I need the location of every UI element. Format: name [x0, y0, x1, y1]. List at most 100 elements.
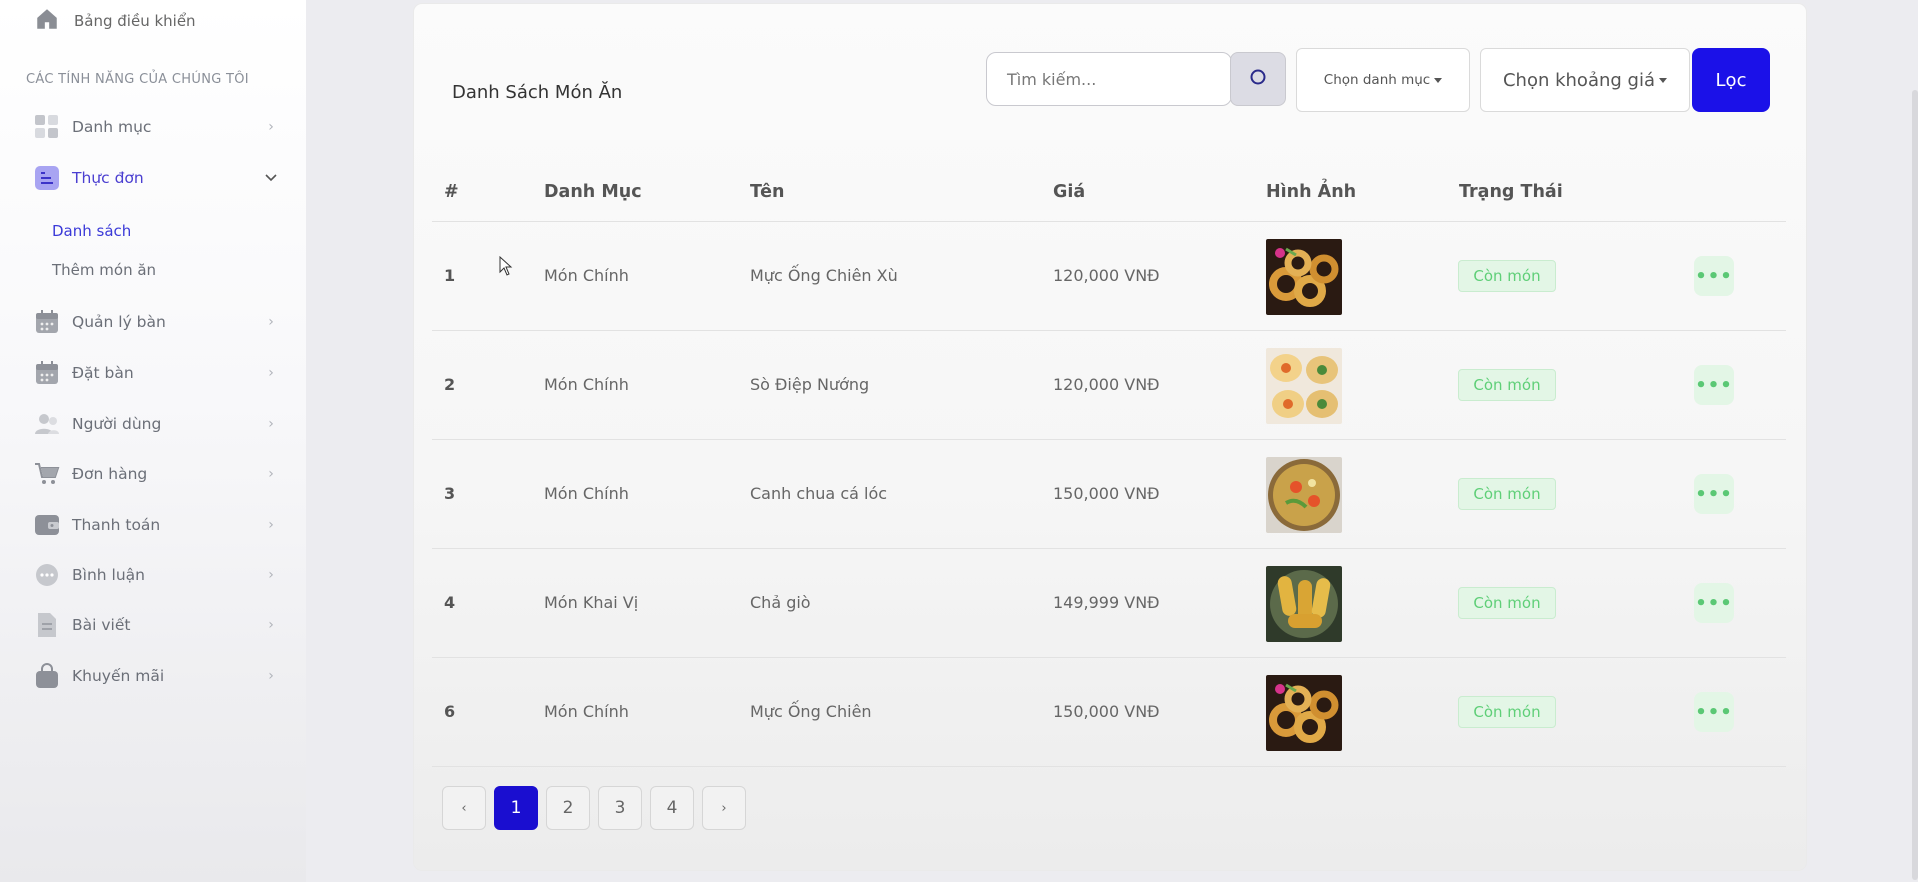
- sidebar-item-dat-ban[interactable]: Đặt bàn ›: [34, 357, 278, 389]
- more-actions-button[interactable]: •••: [1694, 256, 1734, 296]
- row-name: Mực Ống Chiên Xù: [750, 266, 898, 285]
- sidebar-item-label: Đặt bàn: [72, 364, 134, 382]
- search-input[interactable]: Tìm kiếm...: [986, 52, 1232, 106]
- grid-icon: [34, 114, 60, 140]
- chevron-right-icon: ›: [268, 365, 274, 381]
- menu-list-icon: [34, 165, 60, 191]
- table-header: # Danh Mục Tên Giá Hình Ảnh Trạng Thái: [432, 152, 1786, 222]
- row-index: 6: [444, 702, 456, 721]
- chevron-right-icon: ›: [268, 617, 274, 633]
- table-row: 1 Món Chính Mực Ống Chiên Xù 120,000 VNĐ…: [432, 222, 1786, 331]
- row-index: 2: [444, 375, 456, 394]
- more-actions-button[interactable]: •••: [1694, 474, 1734, 514]
- page-3-button[interactable]: 3: [598, 786, 642, 830]
- category-dropdown[interactable]: Chọn danh mục: [1296, 48, 1470, 112]
- grilled-scallops-image: [1266, 348, 1342, 424]
- sidebar-item-bai-viet[interactable]: Bài viết ›: [34, 609, 278, 641]
- sidebar-item-khuyen-mai[interactable]: Khuyến mãi ›: [34, 660, 278, 692]
- price-dropdown-label: Chọn khoảng giá: [1502, 69, 1655, 91]
- row-category: Món Chính: [544, 375, 629, 394]
- search-button[interactable]: [1230, 52, 1286, 106]
- page-1-button[interactable]: 1: [494, 786, 538, 830]
- more-actions-button[interactable]: •••: [1694, 692, 1734, 732]
- row-category: Món Chính: [544, 266, 629, 285]
- document-icon: [34, 612, 60, 638]
- row-name: Chả giò: [750, 593, 811, 612]
- row-name: Canh chua cá lóc: [750, 484, 888, 503]
- sidebar-item-binh-luan[interactable]: Bình luận ›: [34, 559, 278, 591]
- fried-squid-image: [1266, 675, 1342, 751]
- row-category: Món Khai Vị: [544, 593, 639, 612]
- sidebar-item-don-hang[interactable]: Đơn hàng ›: [34, 458, 278, 490]
- sidebar-item-label: Bình luận: [72, 566, 145, 584]
- filter-button[interactable]: Lọc: [1692, 48, 1770, 112]
- sub-item-them-mon-an[interactable]: Thêm món ăn: [52, 261, 156, 279]
- sidebar: Bảng điều khiển CÁC TÍNH NĂNG CỦA CHÚNG …: [0, 0, 306, 882]
- bag-icon: [34, 663, 60, 689]
- header-name: Tên: [750, 182, 785, 202]
- sub-item-danh-sach[interactable]: Danh sách: [52, 222, 131, 240]
- status-badge: Còn món: [1458, 478, 1556, 510]
- table-row: 4 Món Khai Vị Chả giò 149,999 VNĐ Còn mó…: [432, 549, 1786, 658]
- status-badge: Còn món: [1458, 260, 1556, 292]
- sidebar-item-label: Người dùng: [72, 415, 162, 433]
- sidebar-item-label: Đơn hàng: [72, 465, 148, 483]
- fried-squid-image: [1266, 239, 1342, 315]
- dashboard-link[interactable]: Bảng điều khiển: [34, 6, 196, 36]
- chevron-right-icon: ›: [268, 668, 274, 684]
- menu-table: # Danh Mục Tên Giá Hình Ảnh Trạng Thái 1…: [432, 152, 1786, 767]
- row-name: Sò Điệp Nướng: [750, 375, 870, 394]
- calendar-icon: [34, 360, 60, 386]
- table-row: 6 Món Chính Mực Ống Chiên 150,000 VNĐ Cò…: [432, 658, 1786, 767]
- chevron-right-icon: ›: [268, 466, 274, 482]
- row-index: 3: [444, 484, 456, 503]
- next-page-button[interactable]: ›: [702, 786, 746, 830]
- chevron-right-icon: ›: [268, 567, 274, 583]
- sour-soup-image: [1266, 457, 1342, 533]
- search-icon: [1249, 68, 1267, 90]
- row-price: 150,000 VNĐ: [1053, 484, 1160, 503]
- sidebar-item-thanh-toan[interactable]: Thanh toán ›: [34, 509, 278, 541]
- price-range-dropdown[interactable]: Chọn khoảng giá: [1480, 48, 1690, 112]
- row-category: Món Chính: [544, 484, 629, 503]
- page-4-button[interactable]: 4: [650, 786, 694, 830]
- sidebar-item-label: Thực đơn: [72, 169, 144, 187]
- users-icon: [34, 411, 60, 437]
- prev-page-button[interactable]: ‹: [442, 786, 486, 830]
- status-badge: Còn món: [1458, 587, 1556, 619]
- header-status: Trạng Thái: [1459, 182, 1563, 202]
- sidebar-item-danh-muc[interactable]: Danh mục ›: [34, 111, 278, 143]
- scrollbar[interactable]: [1912, 90, 1918, 880]
- spring-rolls-image: [1266, 566, 1342, 642]
- status-badge: Còn món: [1458, 369, 1556, 401]
- caret-down-icon: [1659, 77, 1667, 83]
- row-price: 150,000 VNĐ: [1053, 702, 1160, 721]
- row-price: 120,000 VNĐ: [1053, 266, 1160, 285]
- pagination: ‹ 1 2 3 4 ›: [442, 786, 746, 830]
- sidebar-item-label: Bài viết: [72, 616, 131, 634]
- more-actions-button[interactable]: •••: [1694, 365, 1734, 405]
- row-index: 1: [444, 266, 456, 285]
- table-row: 2 Món Chính Sò Điệp Nướng 120,000 VNĐ Cò…: [432, 331, 1786, 440]
- wallet-icon: [34, 512, 60, 538]
- sidebar-item-label: Khuyến mãi: [72, 667, 165, 685]
- more-actions-button[interactable]: •••: [1694, 583, 1734, 623]
- chevron-right-icon: ›: [268, 517, 274, 533]
- row-category: Món Chính: [544, 702, 629, 721]
- header-category: Danh Mục: [544, 182, 642, 202]
- header-price: Giá: [1053, 182, 1086, 202]
- header-image: Hình Ảnh: [1266, 182, 1357, 202]
- sidebar-item-quan-ly-ban[interactable]: Quản lý bàn ›: [34, 306, 278, 338]
- chevron-right-icon: ›: [268, 416, 274, 432]
- sidebar-item-nguoi-dung[interactable]: Người dùng ›: [34, 408, 278, 440]
- chevron-right-icon: ›: [268, 119, 274, 135]
- header-index: #: [444, 182, 459, 202]
- sidebar-item-thuc-don[interactable]: Thực đơn: [34, 162, 278, 194]
- chevron-down-icon: [264, 170, 278, 186]
- section-title: CÁC TÍNH NĂNG CỦA CHÚNG TÔI: [26, 72, 249, 87]
- page-2-button[interactable]: 2: [546, 786, 590, 830]
- home-icon: [34, 6, 60, 36]
- sidebar-item-label: Thanh toán: [72, 516, 161, 534]
- cart-icon: [34, 461, 60, 487]
- row-price: 149,999 VNĐ: [1053, 593, 1160, 612]
